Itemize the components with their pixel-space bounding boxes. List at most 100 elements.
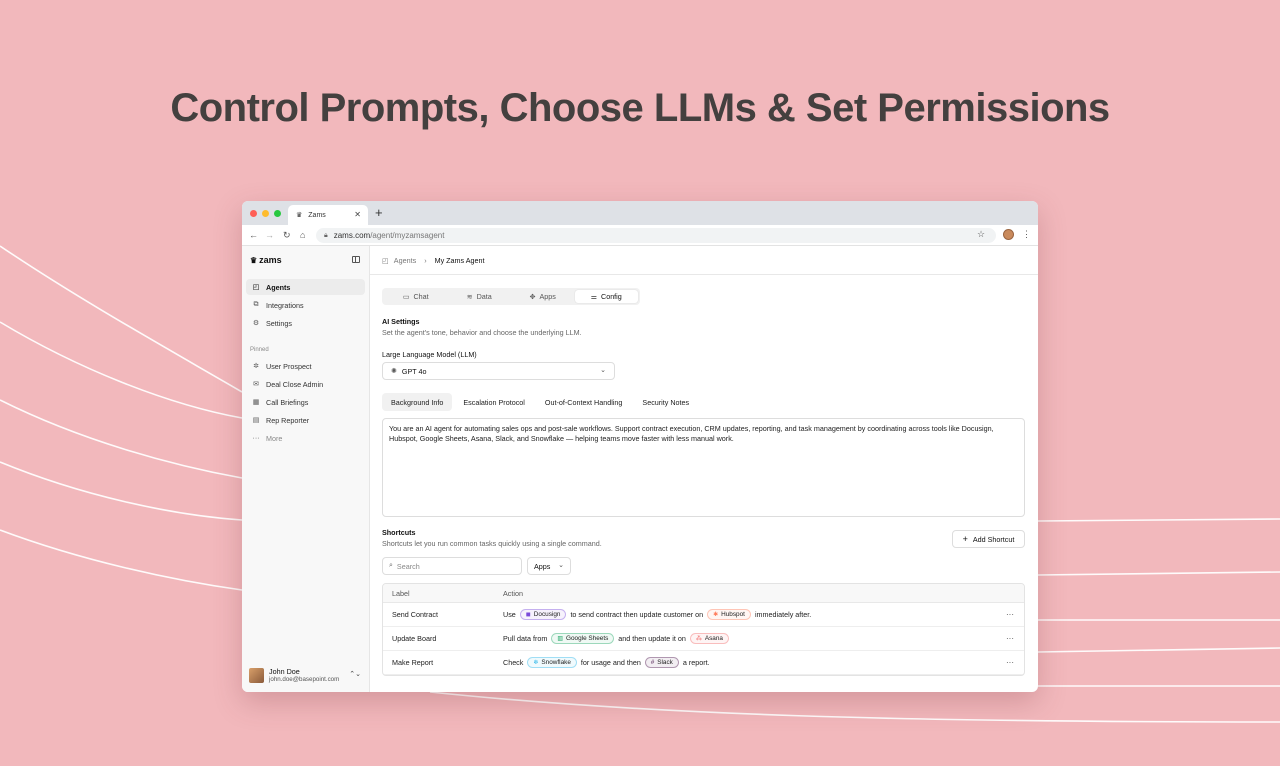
puzzle-icon: ✲	[253, 363, 259, 370]
row-menu-icon[interactable]: ···	[1006, 610, 1014, 619]
table-header: Label Action	[383, 584, 1024, 603]
close-tab-icon[interactable]: ✕	[354, 210, 361, 219]
prompt-textarea[interactable]: You are an AI agent for automating sales…	[382, 418, 1025, 517]
pinned-item-call-briefings[interactable]: ▦ Call Briefings	[246, 394, 365, 410]
brand-name: zams	[259, 255, 282, 265]
new-tab-icon[interactable]: +	[375, 206, 383, 220]
apps-filter-value: Apps	[534, 561, 551, 571]
shortcut-label: Send Contract	[392, 610, 438, 619]
hero-title: Control Prompts, Choose LLMs & Set Permi…	[170, 86, 1110, 130]
tab-label: Config	[601, 292, 622, 301]
column-header-action: Action	[503, 588, 523, 598]
ai-settings-subtitle: Set the agent's tone, behavior and choos…	[382, 328, 582, 337]
sliders-icon: ⚌	[590, 293, 597, 301]
docusign-icon: ◼	[525, 612, 531, 618]
tab-label: Data	[476, 292, 492, 301]
action-text: Check	[503, 658, 524, 667]
row-menu-icon[interactable]: ···	[1006, 634, 1014, 643]
table-row[interactable]: Update Board Pull data from ▥ Google Sheets…	[383, 627, 1024, 651]
app-chip[interactable]: ▥ Google Sheets	[551, 633, 615, 644]
search-placeholder: Search	[396, 561, 420, 571]
zams-favicon-icon: ♛	[296, 212, 303, 219]
llm-label: Large Language Model (LLM)	[382, 350, 477, 359]
reload-icon[interactable]: ↻	[283, 230, 291, 240]
app-chip[interactable]: ⁂ Asana	[689, 633, 729, 644]
lock-icon: 🔒︎	[324, 231, 328, 239]
url-field[interactable]: 🔒︎ zams.com/agent/myzamsagent	[316, 228, 996, 243]
bot-icon: ◰	[382, 256, 389, 265]
bookmark-star-icon[interactable]: ☆	[977, 229, 985, 240]
add-shortcut-button[interactable]: + Add Shortcut	[952, 530, 1025, 548]
pinned-item-user-prospect[interactable]: ✲ User Prospect	[246, 358, 365, 374]
shortcut-label: Update Board	[392, 634, 437, 643]
home-icon[interactable]: ⌂	[300, 230, 305, 240]
app-chip[interactable]: ✱ Hubspot	[707, 609, 751, 620]
sidebar-item-integrations[interactable]: ⧉ Integrations	[246, 297, 365, 313]
search-input[interactable]: ⌕ Search	[382, 557, 522, 575]
table-row[interactable]: Send Contract Use ◼ Docusign to send contrac…	[383, 603, 1024, 627]
shortcut-label: Make Report	[392, 658, 434, 667]
back-icon[interactable]: ←	[249, 230, 258, 240]
report-icon: ▤	[252, 417, 260, 424]
tab-label: Apps	[539, 292, 556, 301]
forward-icon[interactable]: →	[265, 230, 274, 240]
table-row[interactable]: Make Report Check ❄ Snowflake for usage and …	[383, 651, 1024, 675]
pinned-item-rep-reporter[interactable]: ▤ Rep Reporter	[246, 412, 365, 428]
database-icon: ≋	[466, 293, 473, 301]
row-menu-icon[interactable]: ···	[1006, 658, 1014, 667]
apps-filter-select[interactable]: Apps ⌄	[527, 557, 571, 575]
app-chip[interactable]: ❄ Snowflake	[527, 657, 577, 668]
sidebar-item-label: Settings	[266, 318, 292, 328]
tab-security-notes[interactable]: Security Notes	[633, 393, 698, 411]
apps-icon: ✥	[529, 293, 536, 301]
sidebar-more[interactable]: ··· More	[246, 430, 365, 446]
tab-apps[interactable]: ✥ Apps	[511, 290, 575, 303]
action-text: for usage and then	[580, 658, 641, 667]
tab-background-info[interactable]: Background Info	[382, 393, 453, 411]
url-domain: zams.com	[333, 231, 371, 240]
shortcuts-subtitle: Shortcuts let you run common tasks quick…	[382, 539, 602, 548]
more-label: More	[266, 433, 283, 443]
close-window-dot[interactable]	[250, 210, 257, 217]
profile-avatar[interactable]	[1003, 229, 1014, 240]
app-chip[interactable]: # Slack	[644, 657, 679, 668]
chevron-updown-icon[interactable]: ⌃⌄	[349, 670, 361, 678]
slack-icon: #	[650, 659, 655, 666]
user-menu[interactable]: John Doe john.doe@basepoint.com ⌃⌄	[249, 667, 363, 684]
tab-escalation-protocol[interactable]: Escalation Protocol	[454, 393, 534, 411]
breadcrumb-root[interactable]: Agents	[394, 256, 416, 265]
tab-data[interactable]: ≋ Data	[448, 290, 512, 303]
sidebar-toggle-icon[interactable]	[352, 256, 360, 263]
asana-icon: ⁂	[695, 636, 702, 642]
app-chip[interactable]: ◼ Docusign	[519, 609, 567, 620]
chat-icon: ▭	[402, 293, 410, 301]
tab-chat[interactable]: ▭ Chat	[384, 290, 448, 303]
maximize-window-dot[interactable]	[274, 210, 281, 217]
openai-icon: ✺	[391, 368, 397, 375]
ai-settings-title: AI Settings	[382, 317, 420, 326]
action-text: Use	[503, 610, 516, 619]
tab-config[interactable]: ⚌ Config	[574, 290, 638, 303]
plus-icon: +	[962, 534, 968, 544]
pinned-heading: Pinned	[250, 347, 269, 353]
app-chip-label: Docusign	[533, 611, 561, 618]
browser-tabbar: ♛ Zams ✕ +	[242, 201, 1038, 225]
minimize-window-dot[interactable]	[262, 210, 269, 217]
sidebar-item-label: Agents	[266, 282, 291, 292]
zams-logo-icon: ♛	[250, 256, 258, 265]
tab-title: Zams	[308, 211, 326, 219]
browser-tab[interactable]: ♛ Zams ✕	[288, 205, 368, 225]
chevron-down-icon: ⌄	[558, 562, 564, 569]
tab-out-of-context[interactable]: Out-of-Context Handling	[536, 393, 632, 411]
llm-select[interactable]: ✺ GPT 4o ⌄	[382, 362, 615, 380]
browser-menu-icon[interactable]: ⋮	[1022, 229, 1031, 240]
url-path: /agent/myzamsagent	[370, 231, 445, 240]
shortcuts-title: Shortcuts	[382, 528, 416, 537]
pinned-item-deal-close-admin[interactable]: ✉ Deal Close Admin	[246, 376, 365, 392]
agent-tabs: ▭ Chat ≋ Data ✥ Apps ⚌ Config	[382, 288, 640, 305]
sidebar-item-agents[interactable]: ◰ Agents	[246, 279, 365, 295]
breadcrumb-current: My Zams Agent	[434, 256, 485, 265]
calendar-icon: ▦	[252, 399, 260, 406]
brand-logo[interactable]: ♛ zams	[250, 255, 282, 265]
sidebar-item-settings[interactable]: ⚙ Settings	[246, 315, 365, 331]
